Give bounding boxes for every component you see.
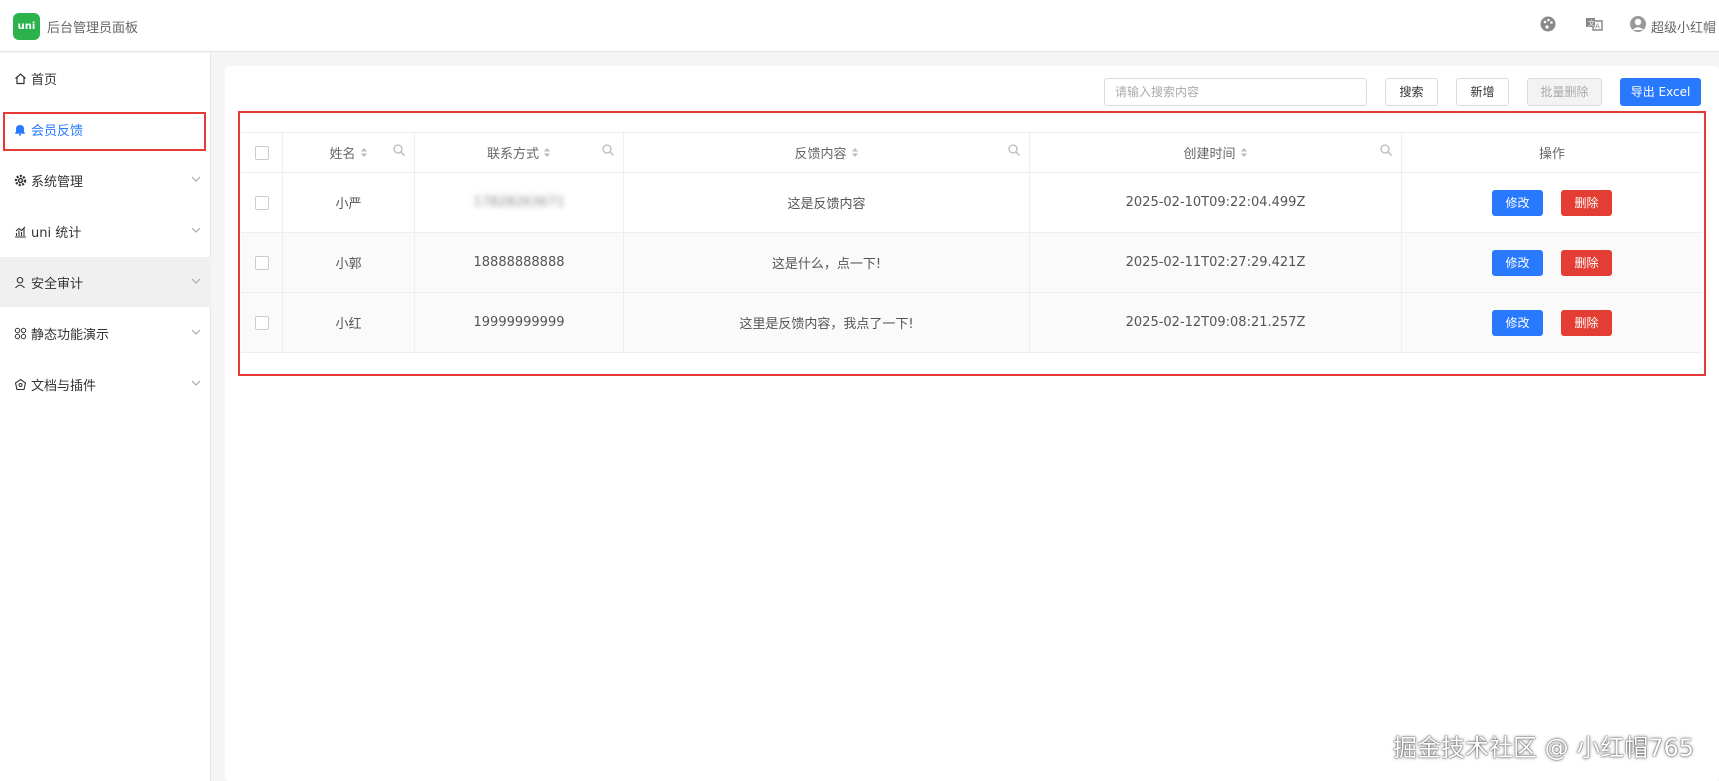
sidebar-item-label: 文档与插件 [31,378,97,394]
gear-icon [13,173,27,187]
sidebar-item-label: 首页 [31,72,58,88]
chevron-down-icon [191,329,201,335]
search-button[interactable]: 搜索 [1385,78,1438,106]
home-icon [13,71,27,85]
sidebar-item-system[interactable]: 系统管理 [0,155,211,205]
app-logo[interactable]: uni [13,13,40,40]
svg-text:文: 文 [1588,19,1595,28]
user-avatar-icon[interactable] [1629,15,1647,33]
chevron-down-icon [191,278,201,284]
user-icon [13,275,27,289]
sidebar: 首页 会员反馈 系统管理 uni 统计 安全审计 静态功能演示 文档与插件 [0,53,211,781]
sidebar-item-security-audit[interactable]: 安全审计 [0,257,211,307]
translate-icon[interactable]: 文 A [1585,15,1603,33]
sidebar-item-label: uni 统计 [31,225,82,241]
sidebar-item-static-demo[interactable]: 静态功能演示 [0,308,211,358]
grid-icon [13,326,27,340]
palette-icon[interactable] [1539,15,1557,33]
add-button[interactable]: 新增 [1456,78,1509,106]
sidebar-item-label: 安全审计 [31,276,84,292]
chevron-down-icon [191,176,201,182]
search-input[interactable] [1104,78,1367,106]
chevron-down-icon [191,227,201,233]
sidebar-item-label: 系统管理 [31,174,84,190]
docs-icon [13,377,27,391]
sidebar-item-uni-stats[interactable]: uni 统计 [0,206,211,256]
chart-icon [13,224,27,238]
table-highlight-box [238,111,1706,376]
sidebar-item-docs-plugins[interactable]: 文档与插件 [0,359,211,409]
app-title: 后台管理员面板 [47,21,139,36]
svg-text:A: A [1595,23,1600,31]
top-bar: uni 后台管理员面板 文 A 超级小红帽 [0,0,1719,52]
chevron-down-icon [191,380,201,386]
export-excel-button[interactable]: 导出 Excel [1620,78,1701,106]
batch-delete-button[interactable]: 批量删除 [1527,78,1602,106]
username[interactable]: 超级小红帽 [1651,17,1716,36]
sidebar-item-label: 静态功能演示 [31,327,110,343]
sidebar-item-home[interactable]: 首页 [0,53,211,103]
watermark: 掘金技术社区 @ 小红帽765 [1393,734,1695,762]
sidebar-highlight-box [3,112,206,151]
